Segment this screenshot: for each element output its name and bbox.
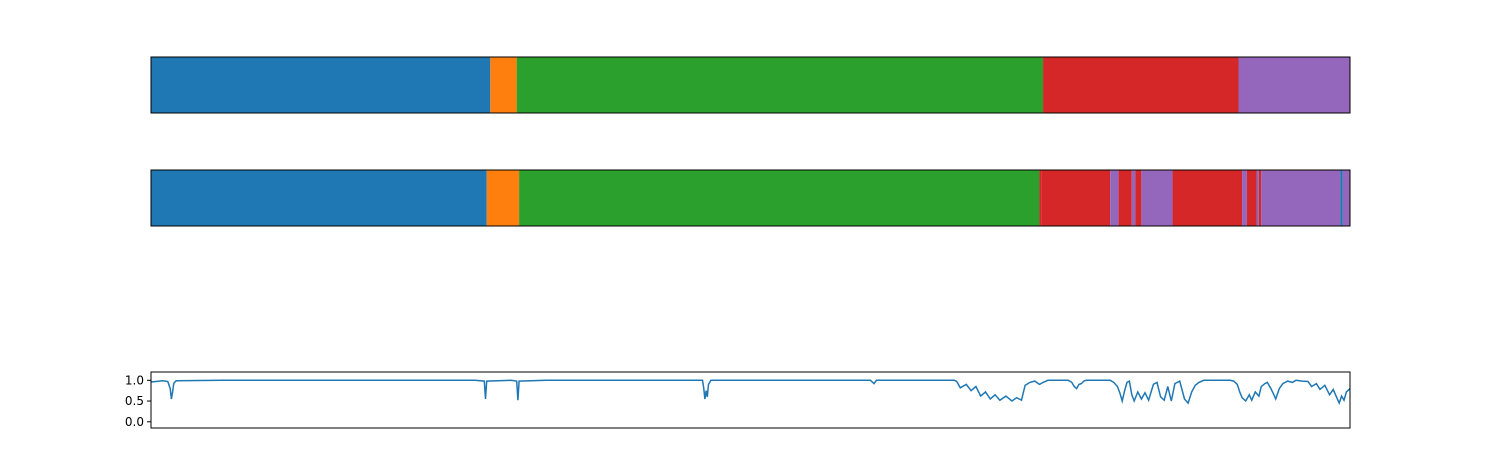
segment-class-4: [1242, 170, 1247, 226]
segment-class-4: [1238, 57, 1350, 113]
segment-class-1: [490, 57, 517, 113]
segment-class-3: [1172, 170, 1243, 226]
segment-class-3: [1039, 170, 1042, 226]
segment-class-4: [1261, 170, 1341, 226]
segment-class-3: [1041, 170, 1111, 226]
segment-class-3: [1135, 170, 1142, 226]
segment-class-2: [519, 170, 1040, 226]
segment-class-0: [151, 170, 487, 226]
segment-class-4: [1131, 170, 1136, 226]
segment-class-4: [1342, 170, 1350, 226]
predicted-segmentation-bar: [150, 169, 1351, 227]
segment-class-0: [151, 57, 491, 113]
segment-class-4: [1110, 170, 1119, 226]
segment-class-2: [516, 57, 1044, 113]
segment-class-4: [1256, 170, 1259, 226]
segment-class-3: [1043, 57, 1239, 113]
segment-class-0: [1340, 170, 1343, 226]
ground-truth-segmentation-bar: [150, 56, 1351, 114]
confidence-series-line: [151, 379, 1350, 406]
segment-class-1: [486, 170, 520, 226]
y-tick-label: 0.0: [125, 415, 144, 429]
y-tick-label: 1.0: [125, 373, 144, 387]
segment-class-3: [1246, 170, 1257, 226]
segment-class-3: [1258, 170, 1262, 226]
y-tick-label: 0.5: [125, 394, 144, 408]
confidence-line-plot: 1.0 0.5 0.0: [125, 371, 1351, 429]
figure: 1.0 0.5 0.0: [125, 56, 1351, 429]
segment-class-3: [1118, 170, 1132, 226]
segment-class-4: [1141, 170, 1173, 226]
